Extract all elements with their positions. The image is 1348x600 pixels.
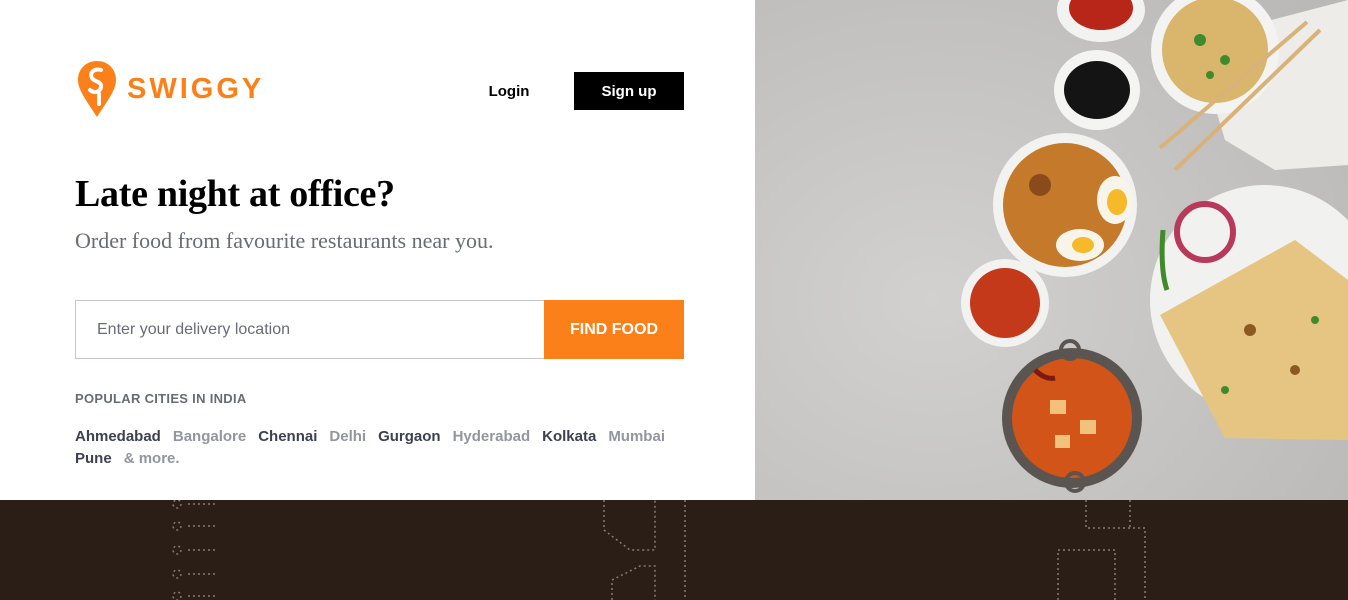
delivery-location-input[interactable]	[75, 300, 544, 359]
login-button[interactable]: Login	[472, 72, 546, 110]
food-photo	[755, 0, 1348, 500]
city-link[interactable]: Chennai	[258, 426, 317, 448]
city-link[interactable]: Hyderabad	[453, 426, 531, 448]
signup-button[interactable]: Sign up	[574, 72, 684, 110]
city-link[interactable]: Mumbai	[608, 426, 665, 448]
location-search: FIND FOOD	[75, 300, 684, 359]
city-link[interactable]: Pune	[75, 448, 112, 470]
city-link[interactable]: Gurgaon	[378, 426, 441, 448]
popular-cities-list: Ahmedabad Bangalore Chennai Delhi Gurgaon Hyd…	[75, 426, 685, 470]
hero-panel: SWIGGY Login Sign up Late night at offic…	[0, 0, 755, 500]
brand-name: SWIGGY	[127, 72, 265, 105]
footer-pattern	[172, 500, 1146, 600]
find-food-button[interactable]: FIND FOOD	[544, 300, 684, 359]
city-link[interactable]: Delhi	[329, 426, 366, 448]
city-link[interactable]: Ahmedabad	[75, 426, 161, 448]
food-photo-illustration	[755, 0, 1348, 500]
city-link[interactable]: Bangalore	[173, 426, 246, 448]
city-link[interactable]: Kolkata	[542, 426, 596, 448]
popular-cities-title: POPULAR CITIES IN INDIA	[75, 391, 247, 406]
city-link[interactable]: & more.	[124, 448, 180, 470]
hero-subline: Order food from favourite restaurants ne…	[75, 228, 494, 253]
footer-strip	[0, 500, 1348, 600]
hero-headline: Late night at office?	[75, 173, 395, 215]
swiggy-logo[interactable]: SWIGGY	[77, 60, 264, 118]
swiggy-logo-icon	[78, 61, 116, 117]
